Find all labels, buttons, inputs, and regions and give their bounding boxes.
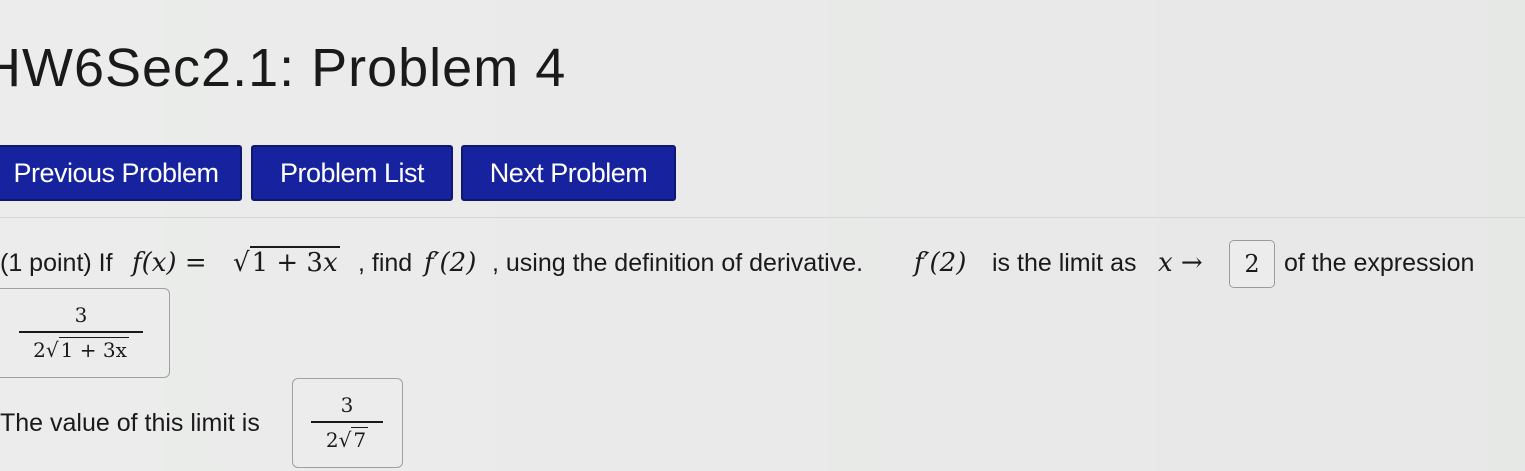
result-denominator: 2√ 7 xyxy=(325,426,369,452)
result-fraction: 3 2√ 7 xyxy=(311,393,383,453)
expression-answer-input[interactable]: 3 2√ 1 + 3x xyxy=(0,288,170,378)
limit-text: is the limit as xyxy=(992,249,1137,277)
expression-denominator: 2√ 1 + 3x xyxy=(33,336,129,362)
problem-page: HW6Sec2.1: Problem 4 Previous Problem Pr… xyxy=(0,0,1525,471)
radical-variable: x xyxy=(322,248,338,278)
limit-value-answer-input[interactable]: 3 2√ 7 xyxy=(292,378,403,468)
points-text: (1 point) If xyxy=(0,249,113,277)
expression-fraction: 3 2√ 1 + 3x xyxy=(19,303,143,363)
result-label: The value of this limit is xyxy=(0,409,260,437)
previous-problem-button[interactable]: Previous Problem xyxy=(0,145,242,201)
limit-point-answer-input[interactable]: 2 xyxy=(1229,240,1275,288)
function-definition: f(x) = xyxy=(132,248,207,278)
expression-text: of the expression xyxy=(1284,249,1475,277)
find-text: , find xyxy=(358,249,413,277)
expression-numerator: 3 xyxy=(74,303,88,327)
denominator-radical: 7 xyxy=(351,426,369,452)
result-numerator: 3 xyxy=(340,393,354,417)
f-prime-at-2-second: f′(2) xyxy=(914,248,967,278)
x-approaches: x → xyxy=(1158,248,1203,278)
denominator-radical: 1 + 3x xyxy=(58,336,129,362)
function-radical: √1 + 3x xyxy=(233,246,340,278)
fraction-bar xyxy=(19,331,143,333)
denominator-coefficient: 2 xyxy=(325,427,339,452)
problem-statement: (1 point) If f(x) = √1 + 3x , find f′(2)… xyxy=(0,240,1525,288)
fraction-bar xyxy=(311,421,383,423)
denominator-coefficient: 2 xyxy=(33,337,46,362)
next-problem-button[interactable]: Next Problem xyxy=(461,145,676,201)
page-title: HW6Sec2.1: Problem 4 xyxy=(0,38,567,98)
definition-text: , using the definition of derivative. xyxy=(492,249,864,277)
divider xyxy=(0,217,1525,218)
radical-text: 1 + 3 xyxy=(251,248,323,278)
f-prime-at-2: f′(2) xyxy=(424,248,477,278)
problem-list-button[interactable]: Problem List xyxy=(251,145,453,201)
